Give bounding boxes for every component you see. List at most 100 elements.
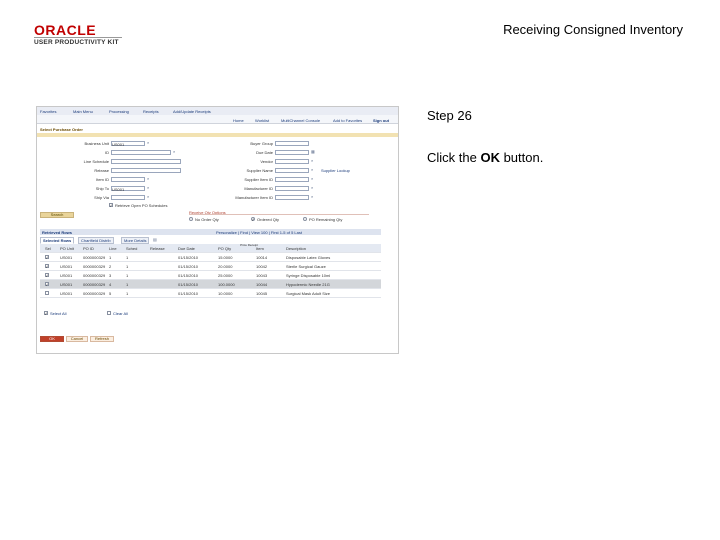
manufacturer-id-field[interactable] (275, 186, 309, 191)
item-id-field[interactable] (111, 177, 145, 182)
table-row[interactable]: US001 00000003293 1 01/15/2010 25.0000 10043 S… (40, 271, 381, 280)
ship-via-field[interactable] (111, 195, 145, 200)
lookup-icon[interactable]: ⌕ (147, 141, 151, 145)
logo-wordmark: ORACLE (34, 22, 97, 38)
nav-sign-out[interactable]: Sign out (373, 118, 389, 123)
ship-to-field[interactable]: US001 (111, 186, 145, 192)
row-select-checkbox[interactable] (45, 264, 49, 269)
table-row[interactable]: US001 0000000329 5 1 01/15/2010 10.0000 10045 S… (40, 289, 381, 298)
table-row[interactable]: US001 00000003292 1 01/15/2010 20.0000 10042 S… (40, 262, 381, 271)
grid-view-icon[interactable]: ▤ (153, 238, 157, 242)
ordered-qty-radio[interactable] (251, 217, 255, 222)
breadcrumb-favorites[interactable]: Favorites (40, 109, 56, 114)
table-cell: 1 (126, 291, 129, 296)
table-cell: 25.0000 (218, 273, 233, 278)
field-label: Ship To (95, 186, 109, 191)
line-schedule-field[interactable] (111, 159, 181, 164)
step-instruction: Click the OK button. (427, 150, 543, 165)
lookup-icon[interactable]: ⌕ (311, 195, 315, 199)
supplier-item-field[interactable] (275, 177, 309, 182)
table-cell: 01/15/2010 (178, 273, 199, 278)
release-field[interactable] (111, 168, 181, 173)
lookup-icon[interactable]: ⌕ (173, 150, 177, 154)
field-label: Vendor (260, 159, 273, 164)
column-header: Release (150, 246, 165, 251)
table-cell: 0000000329 (83, 255, 106, 260)
supplier-name-field[interactable] (275, 168, 309, 173)
manufacturer-item-field[interactable] (275, 195, 309, 200)
table-cell: 0000000329 (83, 264, 106, 269)
top-nav-bar: Home Worklist MultiChannel Console Add t… (37, 115, 398, 124)
select-all-link[interactable]: Select All (50, 311, 66, 316)
breadcrumb-receipts[interactable]: Receipts (143, 109, 159, 114)
lookup-icon[interactable]: ⌕ (147, 186, 151, 190)
row-select-checkbox[interactable] (45, 255, 49, 260)
table-cell: 10042 (256, 264, 268, 269)
breadcrumb-processing[interactable]: Processing (109, 109, 129, 114)
field-label: Business Unit (84, 141, 109, 146)
tab-more-details[interactable]: More Details (121, 237, 150, 244)
field-label: Supplier Name (246, 168, 273, 173)
nav-add-favorites[interactable]: Add to Favorites (333, 118, 362, 123)
po-id-field[interactable] (111, 150, 171, 155)
nav-multichannel[interactable]: MultiChannel Console (281, 118, 320, 123)
table-cell: Surgical Mask Adult Size (286, 291, 331, 296)
buyer-group-field[interactable] (275, 141, 309, 146)
clear-all-checkbox[interactable] (107, 311, 111, 315)
field-label: Manufacturer Item ID (235, 195, 273, 200)
ok-button[interactable]: OK (40, 336, 64, 342)
breadcrumb-add-update[interactable]: Add/Update Receipts (173, 109, 211, 114)
grid-navigation[interactable]: Personalize | Find | View 100 | First 1-… (216, 230, 302, 235)
table-cell: 1 (126, 255, 129, 260)
include-closed-checkbox[interactable] (109, 203, 113, 208)
table-cell: 5 (109, 291, 112, 296)
select-all-checkbox[interactable] (44, 311, 48, 316)
cancel-button[interactable]: Cancel (66, 336, 88, 342)
table-cell: 1 (126, 273, 129, 278)
tab-selected-rows[interactable]: Selected Rows (40, 237, 75, 244)
row-select-checkbox[interactable] (45, 273, 49, 278)
column-header: Sched (126, 246, 138, 251)
business-unit-field[interactable]: US001 (111, 141, 145, 147)
column-header: Description (286, 246, 307, 251)
table-cell: 01/15/2010 (178, 264, 199, 269)
lookup-icon[interactable]: ⌕ (311, 168, 315, 172)
table-cell: 0000000329 (83, 291, 106, 296)
column-header: PO ID (83, 246, 94, 251)
calendar-icon[interactable]: ▦ (311, 150, 315, 154)
table-cell: 10014 (256, 255, 268, 260)
po-remaining-radio[interactable] (303, 217, 307, 221)
table-cell: US001 (60, 264, 73, 269)
clear-all-link[interactable]: Clear All (113, 311, 128, 316)
instruction-text-before: Click the (427, 150, 481, 165)
nav-worklist[interactable]: Worklist (255, 118, 269, 123)
lookup-icon[interactable]: ⌕ (311, 177, 315, 181)
field-value: US001 (112, 142, 125, 147)
search-button[interactable]: Search (40, 212, 74, 218)
due-date-field[interactable] (275, 150, 309, 155)
field-label: Line Schedule (83, 159, 109, 164)
table-cell: 2 (109, 264, 112, 269)
table-cell: 10043 (256, 273, 268, 278)
table-cell: Disposable Latex Gloves (286, 255, 331, 260)
lookup-icon[interactable]: ⌕ (147, 195, 151, 199)
table-cell: Syringe Disposable 10ml (286, 273, 331, 278)
lookup-icon[interactable]: ⌕ (311, 159, 315, 163)
nav-home[interactable]: Home (233, 118, 244, 123)
no-order-qty-radio[interactable] (189, 217, 193, 221)
refresh-button[interactable]: Refresh (90, 336, 114, 342)
table-row[interactable]: US001 00000003294 1 01/15/2010 100.0000 10044… (40, 280, 381, 289)
tab-chartfield[interactable]: Chartfield Distrib (78, 237, 114, 244)
grid-header-bar: Retrieved Rows Personalize | Find | View… (40, 229, 381, 235)
supplier-lookup-link[interactable]: Supplier Lookup (321, 168, 350, 173)
include-closed-label: Retrieve Open PO Schedules (115, 203, 168, 208)
lookup-icon[interactable]: ⌕ (311, 186, 315, 190)
row-select-checkbox[interactable] (45, 291, 49, 295)
vendor-field[interactable] (275, 159, 309, 164)
breadcrumb-main-menu[interactable]: Main Menu (73, 109, 93, 114)
oracle-upk-logo: ORACLE USER PRODUCTIVITY KIT (34, 22, 124, 48)
column-header: Item (256, 246, 264, 251)
lookup-icon[interactable]: ⌕ (147, 177, 151, 181)
row-select-checkbox[interactable] (45, 282, 49, 287)
table-row[interactable]: US00100000003291101/15/201015.000010014D… (40, 253, 381, 262)
